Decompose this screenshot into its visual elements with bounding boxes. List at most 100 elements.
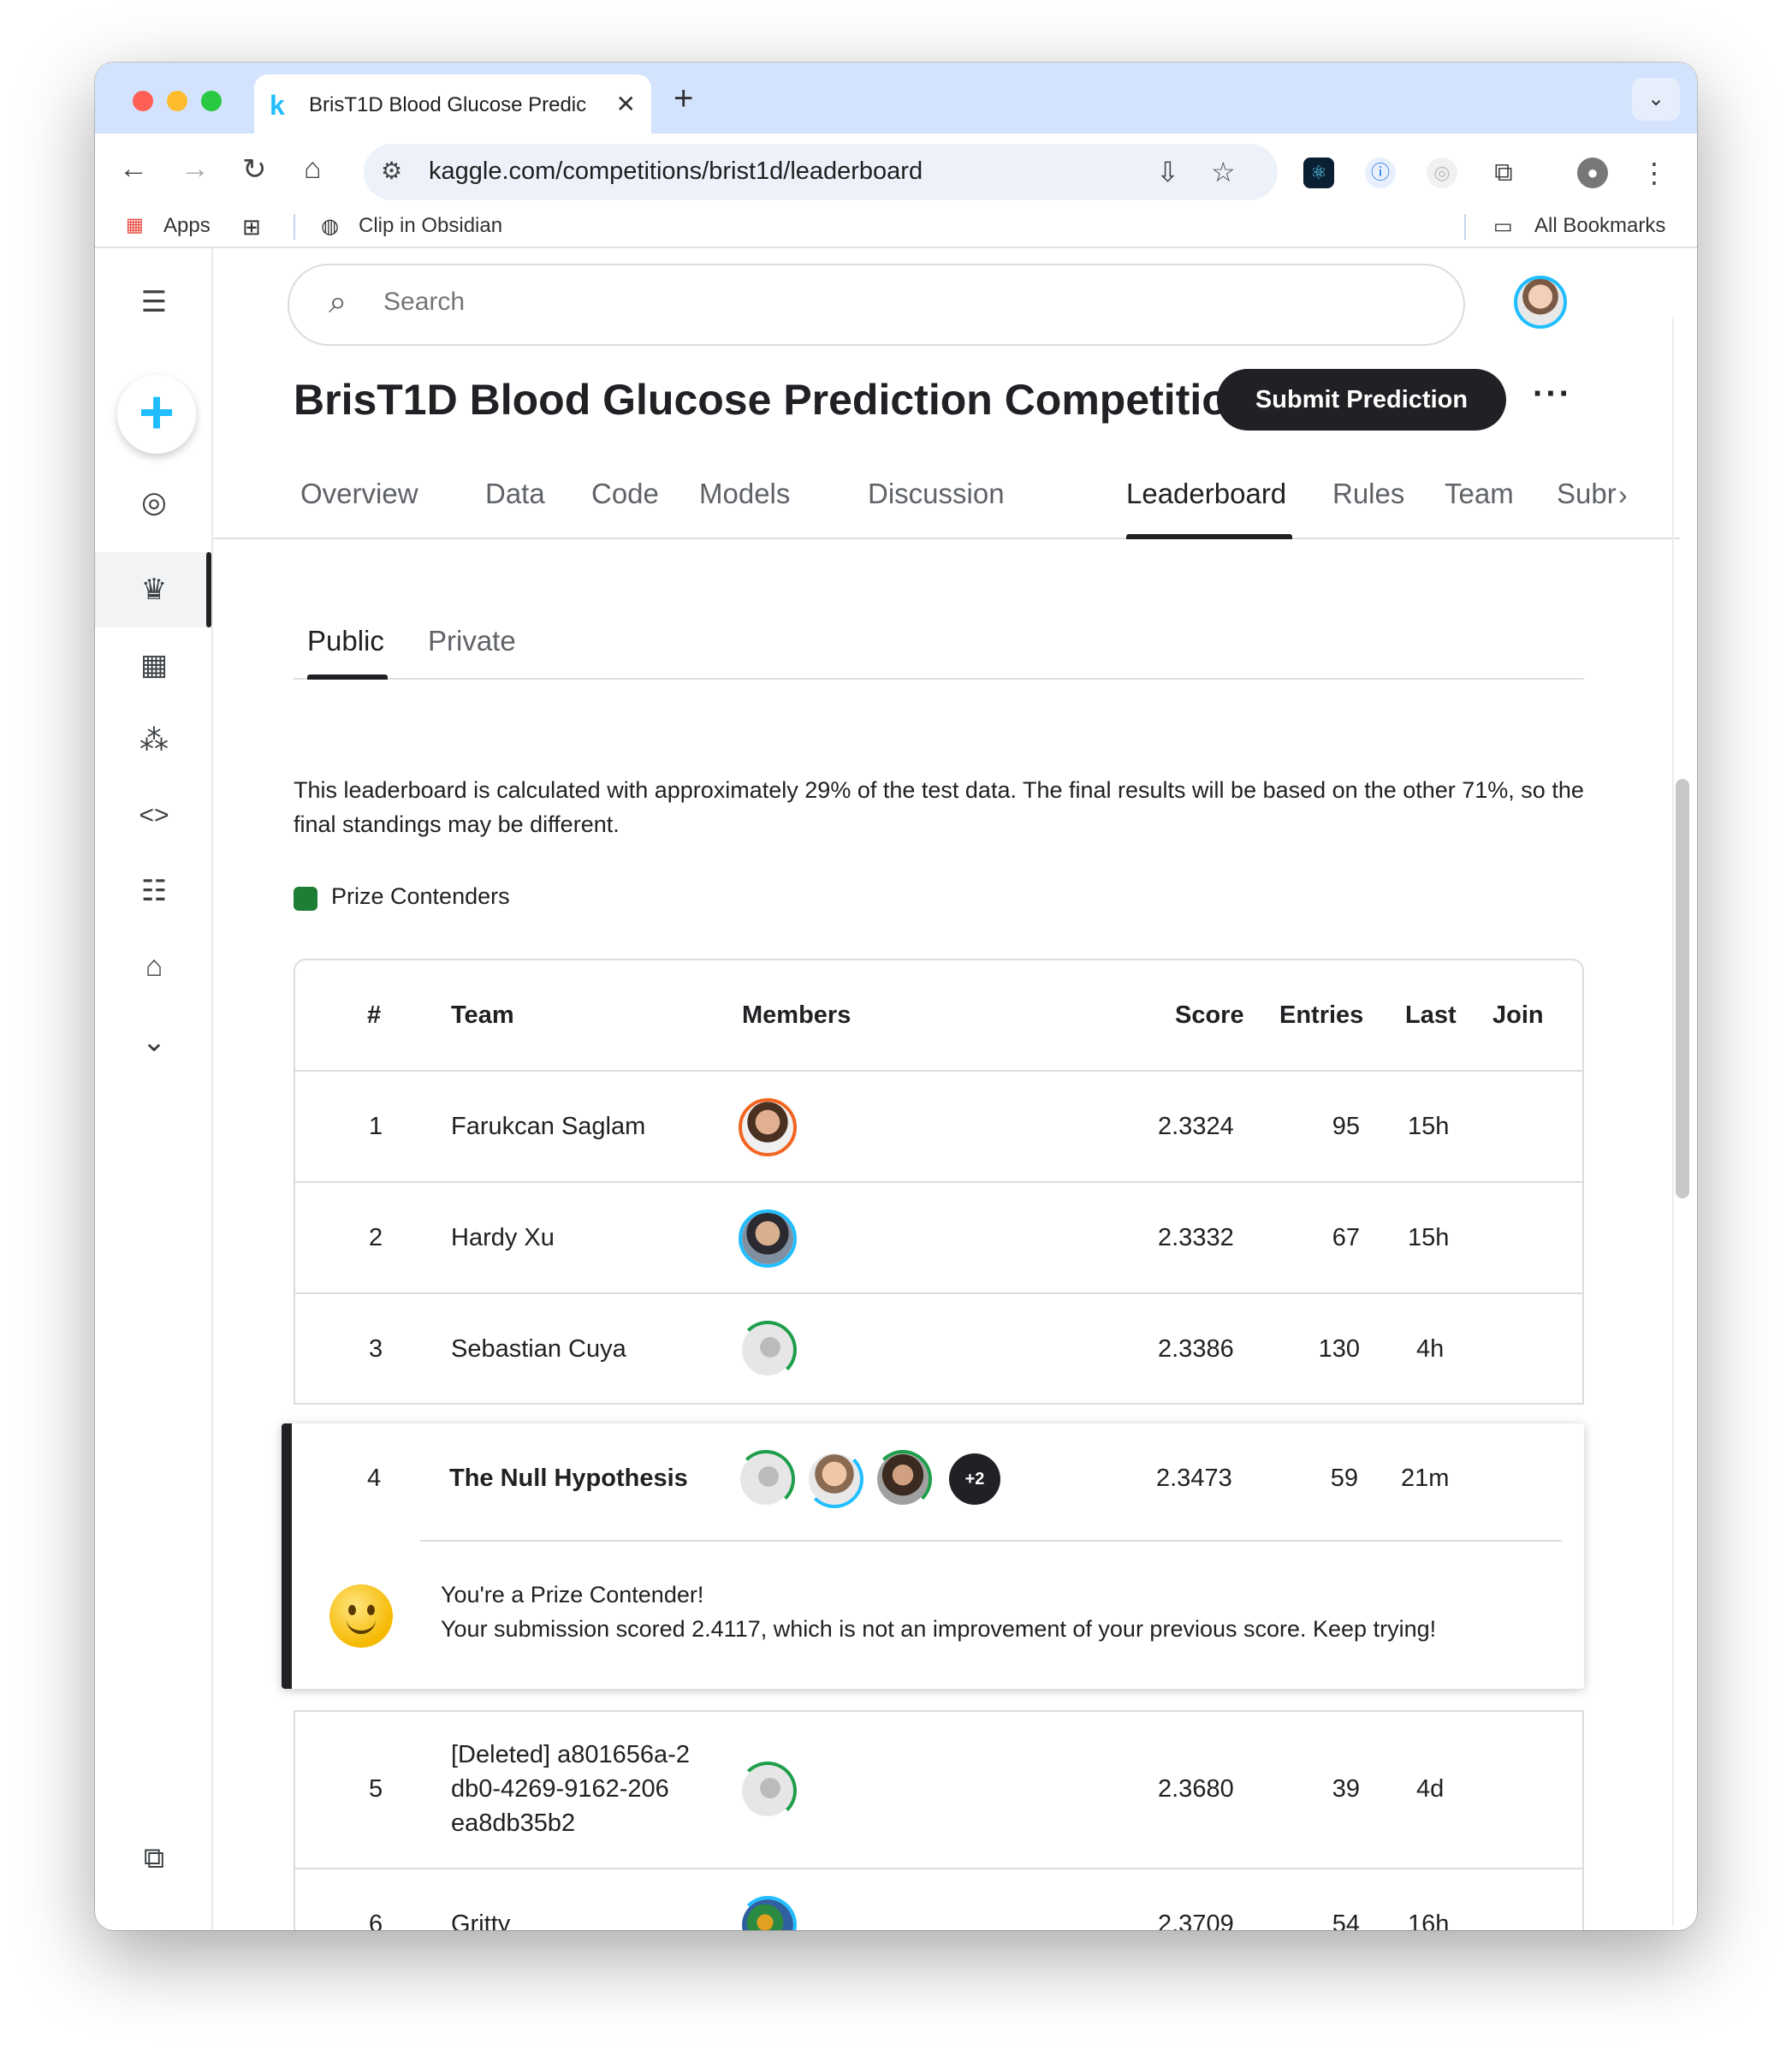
install-app-icon[interactable]: ⇩	[1156, 156, 1179, 188]
profile-avatar-icon[interactable]: ●	[1577, 157, 1608, 188]
tab-discussion[interactable]: Discussion	[868, 478, 1005, 510]
tab-submissions[interactable]: Subr	[1557, 478, 1617, 510]
reload-icon[interactable]: ↻	[242, 152, 267, 187]
member-avatar[interactable]	[805, 1450, 863, 1508]
tab-leaderboard[interactable]: Leaderboard	[1126, 478, 1286, 510]
code-icon[interactable]: <>	[133, 794, 175, 837]
entries: 67	[1332, 1224, 1360, 1251]
forward-arrow-icon[interactable]: →	[181, 152, 210, 186]
team-name[interactable]: The Null Hypothesis	[449, 1465, 688, 1493]
table-row[interactable]: 5 [Deleted] a801656a-2 db0-4269-9162-206…	[295, 1712, 1582, 1869]
tab-groups-icon[interactable]: ⊞	[242, 214, 261, 241]
score: 2.3709	[1158, 1910, 1234, 1930]
site-search[interactable]: ⌕	[288, 264, 1465, 346]
entries: 39	[1332, 1775, 1360, 1803]
tab-data[interactable]: Data	[485, 478, 545, 510]
chevron-right-icon[interactable]: ›	[1618, 479, 1628, 511]
team-name[interactable]: Gritty	[451, 1910, 510, 1930]
extensions-puzzle-icon[interactable]: ⧉	[1488, 157, 1519, 188]
maximize-window-button[interactable]	[201, 91, 222, 111]
team-name[interactable]: [Deleted] a801656a-2 db0-4269-9162-206 e…	[451, 1738, 690, 1840]
close-window-button[interactable]	[133, 91, 153, 111]
all-bookmarks[interactable]: All Bookmarks	[1534, 214, 1665, 238]
table-row[interactable]: 3 Sebastian Cuya 2.3386 130 4h	[295, 1294, 1582, 1405]
home-icon[interactable]: ⌂	[304, 152, 322, 186]
team-name[interactable]: Farukcan Saglam	[451, 1113, 645, 1141]
close-tab-icon[interactable]: ✕	[616, 90, 636, 118]
discussion-icon[interactable]: ☷	[133, 870, 175, 912]
member-avatar[interactable]	[739, 1098, 797, 1156]
browser-menu-icon[interactable]: ⋮	[1639, 157, 1670, 188]
back-arrow-icon[interactable]: ←	[119, 152, 148, 186]
browser-window: k BrisT1D Blood Glucose Predic ✕ + ⌄ ← →…	[95, 62, 1697, 1930]
header-entries[interactable]: Entries	[1279, 1001, 1363, 1030]
member-avatar[interactable]	[739, 1896, 797, 1930]
message-body: Your submission scored 2.4117, which is …	[441, 1616, 1437, 1642]
more-members-badge[interactable]: +2	[949, 1453, 1000, 1505]
bookmark-separator	[294, 214, 295, 240]
member-avatar[interactable]	[874, 1450, 932, 1508]
tab-search-chevron-icon[interactable]: ⌄	[1632, 78, 1680, 121]
trophy-icon[interactable]: ♛	[133, 568, 175, 611]
tab-team[interactable]: Team	[1445, 478, 1514, 510]
tab-code[interactable]: Code	[591, 478, 659, 510]
hamburger-menu-icon[interactable]: ☰	[133, 281, 175, 324]
member-avatar[interactable]	[739, 1762, 797, 1820]
last-submission: 4d	[1416, 1775, 1445, 1803]
minimize-window-button[interactable]	[167, 91, 187, 111]
bookmark-apps[interactable]: Apps	[163, 214, 211, 238]
team-name[interactable]: Sebastian Cuya	[451, 1335, 626, 1364]
user-avatar[interactable]	[1514, 276, 1567, 329]
extension-circle-icon[interactable]: ◎	[1427, 157, 1457, 188]
learn-cap-icon[interactable]: ⌂	[133, 945, 175, 988]
table-row[interactable]: 1 Farukcan Saglam 2.3324 95 15h	[295, 1072, 1582, 1183]
header-join: Join	[1492, 1001, 1544, 1029]
globe-icon: ◍	[321, 215, 339, 238]
bookmark-separator	[1464, 214, 1466, 240]
member-avatar[interactable]	[739, 1321, 797, 1379]
bookmarks-bar: ▦ Apps ⊞ ◍ Clip in Obsidian ▭ All Bookma…	[95, 209, 1697, 248]
react-devtools-icon[interactable]: ⚛	[1303, 157, 1334, 188]
header-last[interactable]: Last	[1405, 1001, 1457, 1030]
bookmark-star-icon[interactable]: ☆	[1211, 156, 1236, 188]
score: 2.3324	[1158, 1113, 1234, 1140]
header-team[interactable]: Team	[451, 1001, 514, 1030]
member-avatar[interactable]	[739, 1209, 797, 1268]
site-settings-icon[interactable]: ⚙	[381, 157, 402, 185]
table-row[interactable]: 2 Hardy Xu 2.3332 67 15h	[295, 1183, 1582, 1294]
password-manager-icon[interactable]: ⓘ	[1365, 157, 1396, 188]
member-avatar[interactable]	[737, 1450, 795, 1508]
address-bar[interactable]: ⚙ kaggle.com/competitions/brist1d/leader…	[364, 144, 1278, 200]
new-tab-icon[interactable]: +	[673, 80, 693, 118]
browser-tab[interactable]: k BrisT1D Blood Glucose Predic ✕	[254, 74, 651, 134]
page-scrollbar[interactable]	[1676, 779, 1689, 1198]
entries: 59	[1330, 1465, 1358, 1492]
tab-models[interactable]: Models	[699, 478, 790, 510]
own-team-row[interactable]: 4 The Null Hypothesis +2 2.3473 59 21m Y…	[282, 1423, 1584, 1689]
tab-rules[interactable]: Rules	[1332, 478, 1404, 510]
compass-icon[interactable]: ◎	[133, 481, 175, 524]
create-button[interactable]: +	[117, 375, 196, 454]
rank: 1	[369, 1113, 383, 1140]
more-chevron-icon[interactable]: ⌄	[133, 1020, 175, 1063]
subtab-public[interactable]: Public	[307, 625, 384, 657]
score: 2.3332	[1158, 1224, 1234, 1251]
search-input[interactable]	[383, 288, 1239, 317]
header-score[interactable]: Score	[1175, 1001, 1244, 1030]
entries: 54	[1332, 1910, 1360, 1930]
datasets-table-icon[interactable]: ▦	[133, 644, 175, 686]
submit-prediction-button[interactable]: Submit Prediction	[1217, 369, 1506, 431]
team-name[interactable]: Hardy Xu	[451, 1224, 555, 1252]
active-subtab-underline	[307, 674, 388, 680]
header-rank[interactable]: #	[367, 1001, 381, 1030]
bookmark-clip-in-obsidian[interactable]: Clip in Obsidian	[359, 214, 502, 238]
copy-icon[interactable]: ⧉	[133, 1837, 175, 1880]
table-row[interactable]: 6 Gritty 2.3709 54 16h	[295, 1869, 1582, 1930]
models-icon[interactable]: ⁂	[133, 719, 175, 762]
more-options-icon[interactable]: ···	[1533, 375, 1572, 413]
page-title: BrisT1D Blood Glucose Prediction Competi…	[294, 376, 1255, 424]
tab-overview[interactable]: Overview	[300, 478, 418, 510]
header-members: Members	[742, 1001, 851, 1029]
table-bottom-block: 5 [Deleted] a801656a-2 db0-4269-9162-206…	[294, 1710, 1584, 1930]
subtab-private[interactable]: Private	[428, 625, 516, 657]
